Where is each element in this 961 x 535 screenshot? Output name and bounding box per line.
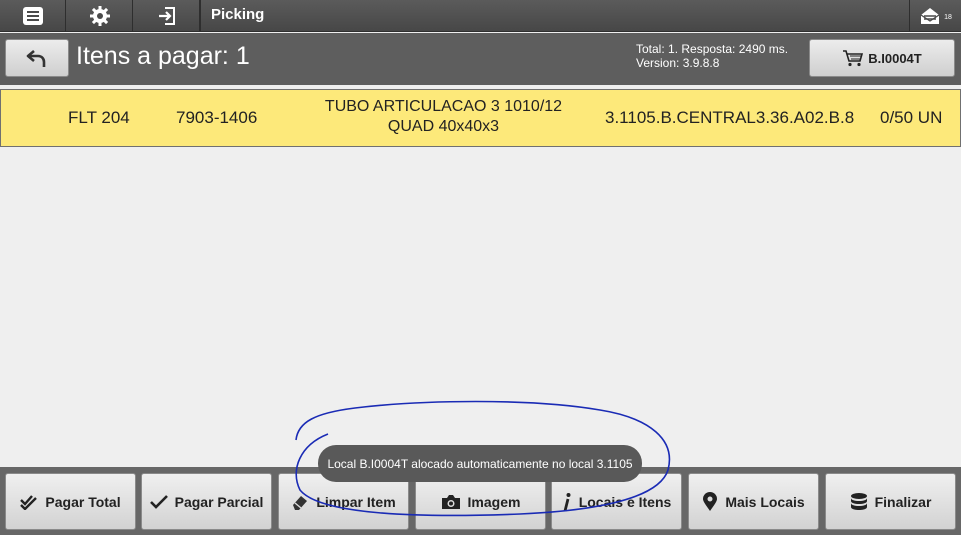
pagar-parcial-button[interactable]: Pagar Parcial bbox=[141, 473, 272, 530]
item-code: FLT 204 bbox=[68, 108, 130, 127]
check-icon bbox=[149, 494, 168, 509]
camera-icon bbox=[441, 494, 460, 509]
finalizar-button[interactable]: Finalizar bbox=[825, 473, 956, 530]
mais-locais-label: Mais Locais bbox=[725, 493, 805, 510]
limpar-item-label: Limpar Item bbox=[316, 493, 396, 510]
imagem-label: Imagem bbox=[467, 493, 521, 510]
stats-total: Total: 1. Resposta: 2490 ms. bbox=[636, 42, 789, 56]
undo-arrow-icon bbox=[26, 50, 46, 67]
sign-in-icon bbox=[158, 7, 175, 25]
mais-locais-button[interactable]: Mais Locais bbox=[688, 473, 819, 530]
item-description-line2: QUAD 40x40x3 bbox=[387, 118, 500, 135]
sub-header: Itens a pagar: 1 Total: 1. Resposta: 249… bbox=[0, 33, 961, 85]
eraser-icon bbox=[293, 495, 308, 510]
cart-icon bbox=[843, 50, 864, 67]
finalizar-label: Finalizar bbox=[874, 493, 932, 510]
screen-title: Picking bbox=[211, 6, 265, 23]
stats-info: Total: 1. Resposta: 2490 ms. Version: 3.… bbox=[636, 42, 788, 70]
login-button[interactable] bbox=[134, 0, 200, 32]
gear-icon bbox=[89, 6, 110, 26]
message-count-badge: 18 bbox=[944, 13, 952, 21]
item-description: TUBO ARTICULACAO 3 1010/12 QUAD 40x40x3 bbox=[301, 97, 586, 137]
item-row[interactable]: FLT 204 7903-1406 TUBO ARTICULACAO 3 101… bbox=[0, 89, 961, 147]
messages-button[interactable]: 18 bbox=[909, 0, 961, 32]
settings-button[interactable] bbox=[67, 0, 133, 32]
double-check-icon bbox=[20, 494, 38, 510]
pagar-total-label: Pagar Total bbox=[45, 493, 121, 510]
mail-icon bbox=[920, 8, 940, 24]
back-button[interactable] bbox=[5, 39, 69, 77]
map-pin-icon bbox=[703, 491, 718, 511]
item-location: 3.1105.B.CENTRAL3.36.A02.B.8 bbox=[605, 108, 855, 127]
pagar-parcial-label: Pagar Parcial bbox=[174, 493, 264, 510]
menu-button[interactable] bbox=[0, 0, 66, 32]
pagar-total-button[interactable]: Pagar Total bbox=[5, 473, 136, 530]
item-quantity: 0/50 UN bbox=[880, 108, 943, 127]
cart-label: B.I0004T bbox=[868, 50, 922, 66]
toast-message: Local B.I0004T alocado automaticamente n… bbox=[318, 445, 642, 482]
locais-itens-label: Locais e Itens bbox=[578, 493, 672, 510]
item-description-line1: TUBO ARTICULACAO 3 1010/12 bbox=[324, 98, 563, 115]
menu-icon bbox=[22, 7, 43, 25]
info-icon bbox=[563, 492, 571, 511]
database-icon bbox=[850, 492, 867, 510]
top-action-bar: Picking 18 bbox=[0, 0, 961, 32]
cart-button[interactable]: B.I0004T bbox=[809, 39, 955, 77]
item-reference: 7903-1406 bbox=[176, 108, 258, 127]
page-title: Itens a pagar: 1 bbox=[76, 42, 250, 70]
stats-version: Version: 3.9.8.8 bbox=[636, 56, 720, 70]
